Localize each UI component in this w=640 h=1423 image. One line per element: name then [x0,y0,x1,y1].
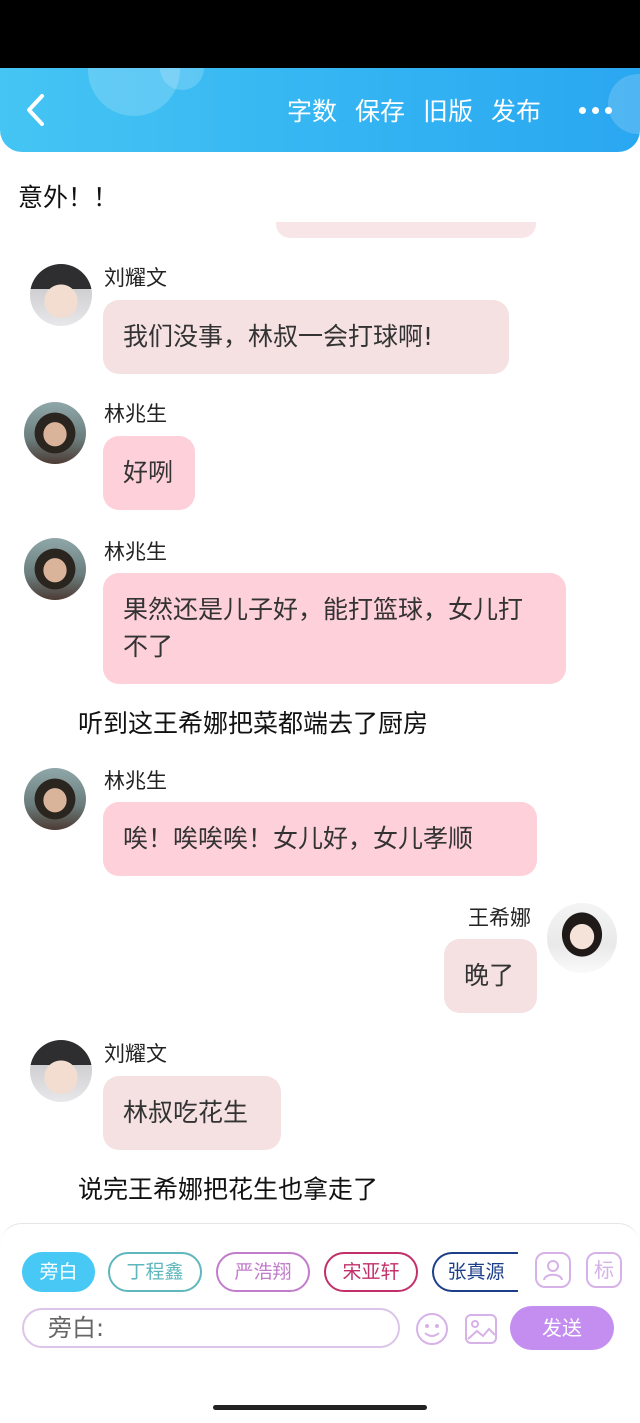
person-icon [543,1260,563,1281]
avatar-liu-yaowen[interactable] [30,264,92,326]
message-bubble[interactable]: 果然还是儿子好，能打篮球，女儿打不了 [103,573,566,684]
avatar-lin-zhaosheng[interactable] [24,768,86,830]
header-actions: 字数 保存 旧版 发布 [287,68,612,152]
emoji-button[interactable] [414,1311,450,1347]
character-select-icon[interactable] [535,1252,571,1288]
character-chip-ding-chengxin[interactable]: 丁程鑫 [108,1252,202,1292]
message-bubble[interactable]: 唉！唉唉唉！女儿好，女儿孝顺 [103,802,537,876]
image-button[interactable] [463,1311,499,1347]
character-chip-narrator[interactable]: 旁白 [22,1252,95,1292]
message-bubble[interactable]: 好咧 [103,436,195,510]
input-panel: 旁白 丁程鑫 严浩翔 宋亚轩 张真源 标 旁白: 发送 [0,1223,640,1394]
app-header: 字数 保存 旧版 发布 [0,68,640,152]
sender-name: 刘耀文 [104,266,167,290]
message-bubble[interactable]: 我们没事，林叔一会打球啊! [103,300,509,374]
status-bar [0,0,640,68]
chat-area[interactable]: 意外！！ 刘耀文 我们没事，林叔一会打球啊! 林兆生 好咧 林兆生 果然还是儿子… [0,152,640,1222]
back-button[interactable] [22,90,50,130]
narration-text: 听到这王希娜把菜都端去了厨房 [78,709,429,738]
image-icon [465,1314,497,1344]
chevron-left-icon [27,94,44,126]
character-chip-zhang-zhenyuan[interactable]: 张真源 [432,1252,518,1292]
sender-name: 林兆生 [104,769,167,793]
narration-text: 说完王希娜把花生也拿走了 [78,1175,379,1204]
publish-button[interactable]: 发布 [491,92,541,128]
home-indicator [213,1405,427,1410]
message-bubble [276,222,536,238]
sender-name: 刘耀文 [104,1042,167,1066]
message-bubble[interactable]: 晚了 [444,939,537,1013]
avatar-lin-zhaosheng[interactable] [24,538,86,600]
more-icon[interactable] [579,106,612,114]
old-version-button[interactable]: 旧版 [423,92,473,128]
emoji-icon [416,1313,448,1345]
sender-name: 林兆生 [104,402,167,426]
avatar-liu-yaowen[interactable] [30,1040,92,1102]
message-input[interactable]: 旁白: [22,1308,400,1348]
narration-text: 意外！！ [18,183,119,212]
character-chip-yan-haoxiang[interactable]: 严浩翔 [216,1252,310,1292]
avatar-lin-zhaosheng[interactable] [24,402,86,464]
sender-name: 王希娜 [468,906,531,930]
avatar-wang-xina[interactable] [547,903,617,973]
character-chip-song-yaxuan[interactable]: 宋亚轩 [324,1252,418,1292]
sender-name: 林兆生 [104,540,167,564]
tag-button[interactable]: 标 [586,1252,622,1288]
word-count-button[interactable]: 字数 [287,92,337,128]
message-bubble[interactable]: 林叔吃花生 [103,1076,281,1150]
header-decoration [608,74,640,134]
send-button[interactable]: 发送 [510,1306,614,1350]
save-button[interactable]: 保存 [355,92,405,128]
